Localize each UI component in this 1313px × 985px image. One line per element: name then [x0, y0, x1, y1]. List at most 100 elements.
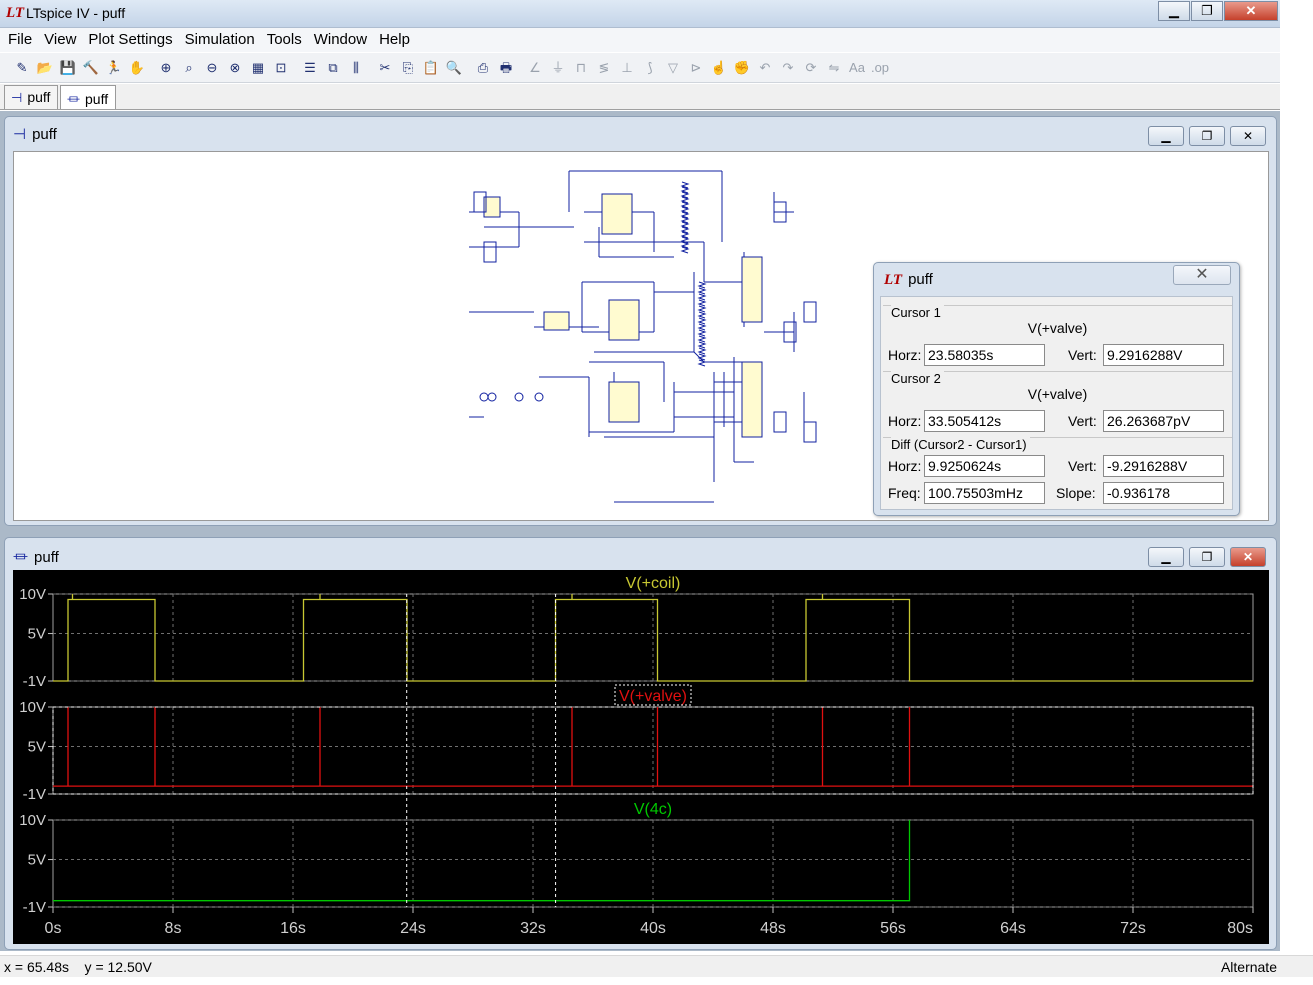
waveform-icon: ⏛ [13, 549, 29, 566]
cascade-icon[interactable]: ⧉ [323, 57, 343, 79]
print-preview-icon[interactable]: ⎙ [473, 57, 493, 79]
cursor-readout-window[interactable]: LT puff ✕ Cursor 1 V(+valve) Horz: 23.580… [873, 262, 1240, 516]
menu-help[interactable]: Help [375, 28, 414, 52]
resistor-symbol [697, 359, 707, 367]
resistor-symbol [697, 281, 707, 289]
find-icon[interactable]: 🔍 [444, 57, 464, 79]
label-icon[interactable]: ⊓ [571, 57, 591, 79]
window-title: LTspice IV - puff [26, 5, 126, 21]
autorange-icon[interactable]: ▦ [248, 57, 268, 79]
zoom-out-icon[interactable]: ⊖ [202, 57, 222, 79]
tile-horizontal-icon[interactable]: ☰ [300, 57, 320, 79]
y-tick-label: -1V [23, 673, 46, 690]
menu-simulation[interactable]: Simulation [181, 28, 259, 52]
x-tick-label: 64s [1000, 920, 1026, 937]
spice-directive-icon[interactable]: .op [870, 57, 890, 79]
diff-horz-field[interactable]: 9.9250624s [924, 455, 1045, 477]
move-icon[interactable]: ☝ [709, 57, 729, 79]
capacitor-icon[interactable]: ⊥ [617, 57, 637, 79]
resistor-icon[interactable]: ≶ [594, 57, 614, 79]
text-icon[interactable]: Aa [847, 57, 867, 79]
cursor2-horz-field[interactable]: 33.505412s [924, 410, 1045, 432]
ic-chip [741, 256, 763, 323]
menu-window[interactable]: Window [310, 28, 371, 52]
menu-file[interactable]: File [4, 28, 36, 52]
waveform-plot-area[interactable]: 10V 5V -1V V(+coil) 10V 5V -1V V(+valve) 10V 5V -1… [13, 570, 1269, 944]
run-icon[interactable]: 🏃 [104, 57, 124, 79]
resistor-symbol [697, 311, 707, 319]
x-tick-label: 0s [45, 920, 62, 937]
minimize-button[interactable]: ▁ [1158, 1, 1190, 21]
undo-icon[interactable]: ↶ [755, 57, 775, 79]
paste-icon[interactable]: 📋 [421, 57, 441, 79]
menu-plot-settings[interactable]: Plot Settings [84, 28, 176, 52]
copy-icon[interactable]: ⎘ [398, 57, 418, 79]
source-symbol [534, 392, 544, 402]
cursor2-vert-field[interactable]: 26.263687pV [1103, 410, 1224, 432]
print-icon[interactable]: 🖶 [496, 57, 516, 79]
diff-slope-field[interactable]: -0.936178 [1103, 482, 1224, 504]
component-icon[interactable]: ⊳ [686, 57, 706, 79]
tab-waveform[interactable]: ⏛ puff [60, 85, 116, 109]
tab-label: puff [27, 89, 51, 105]
waveform-window-title: ⏛ puff [13, 546, 59, 570]
halt-icon[interactable]: ✋ [127, 57, 147, 79]
ltspice-logo-icon: LT [6, 5, 25, 21]
vert-label: Vert: [1068, 413, 1097, 429]
diff-group: Diff (Cursor2 - Cursor1) Horz: 9.9250624… [883, 437, 1232, 509]
minimize-button[interactable]: ▁ [1148, 126, 1184, 146]
window-controls: ▁ ❐ ✕ [1157, 1, 1278, 21]
fit-icon[interactable]: ⊡ [271, 57, 291, 79]
cursor1-horz-field[interactable]: 23.58035s [924, 344, 1045, 366]
wire-icon[interactable]: ∠ [525, 57, 545, 79]
resistor-symbol [697, 299, 707, 307]
diff-vert-field[interactable]: -9.2916288V [1103, 455, 1224, 477]
restore-button[interactable]: ❐ [1189, 547, 1225, 567]
close-button[interactable]: ✕ [1224, 1, 1278, 21]
x-tick-label: 48s [760, 920, 786, 937]
ltspice-app: LT LTspice IV - puff ▁ ❐ ✕ File View Plot … [0, 0, 1313, 985]
cut-icon[interactable]: ✂ [375, 57, 395, 79]
mirror-icon[interactable]: ⇋ [824, 57, 844, 79]
schematic-window-title: ⊣ puff [13, 125, 57, 149]
diff-freq-field[interactable]: 100.75503mHz [924, 482, 1045, 504]
drag-icon[interactable]: ✊ [732, 57, 752, 79]
y-tick-label: 10V [19, 699, 46, 716]
zoom-in-icon[interactable]: ⊕ [156, 57, 176, 79]
rotate-icon[interactable]: ⟳ [801, 57, 821, 79]
x-tick-label: 72s [1120, 920, 1146, 937]
minimize-button[interactable]: ▁ [1148, 547, 1184, 567]
inductor-icon[interactable]: ⟆ [640, 57, 660, 79]
tile-vertical-icon[interactable]: ⫼ [346, 57, 366, 79]
zoom-box-icon[interactable]: ⌕ [179, 57, 199, 79]
ground-icon[interactable]: ⏚ [548, 57, 568, 79]
ic-chip [608, 299, 640, 341]
cursor2-label: Cursor 2 [891, 371, 944, 386]
close-button[interactable]: ✕ [1173, 265, 1231, 285]
save-icon[interactable]: 💾 [58, 57, 78, 79]
open-icon[interactable]: 📂 [35, 57, 55, 79]
y-tick-label: 5V [28, 739, 46, 756]
resistor-symbol [697, 347, 707, 355]
status-bar: x = 65.48s y = 12.50V Alternate [0, 955, 1313, 977]
restore-button[interactable]: ❐ [1191, 1, 1223, 21]
menu-tools[interactable]: Tools [263, 28, 306, 52]
schematic-window-controls: ▁ ❐ ✕ [1143, 126, 1266, 146]
menu-view[interactable]: View [40, 28, 80, 52]
restore-button[interactable]: ❐ [1189, 126, 1225, 146]
close-button[interactable]: ✕ [1230, 126, 1266, 146]
cursor2-expression: V(+valve) [1027, 386, 1088, 402]
cursor1-vert-field[interactable]: 9.2916288V [1103, 344, 1224, 366]
y-tick-label: 5V [28, 626, 46, 643]
close-button[interactable]: ✕ [1230, 547, 1266, 567]
new-schematic-icon[interactable]: ✎ [12, 57, 32, 79]
cursor1-label: Cursor 1 [891, 305, 944, 320]
redo-icon[interactable]: ↷ [778, 57, 798, 79]
control-panel-icon[interactable]: 🔨 [81, 57, 101, 79]
diode-icon[interactable]: ▽ [663, 57, 683, 79]
ic-chip [741, 361, 763, 438]
zoom-cancel-icon[interactable]: ⊗ [225, 57, 245, 79]
toolbar: ✎ 📂 💾 🔨 🏃 ✋ ⊕ ⌕ ⊖ ⊗ ▦ ⊡ ☰ ⧉ ⫼ ✂ ⎘ 📋 🔍 ⎙ 🖶 ∠ ⏚ ⊓ ≶ ⊥ ⟆ ▽ ⊳ ☝ ✊ ↶ ↷ ⟳ ⇋ Aa .op [0, 53, 1280, 83]
tab-schematic[interactable]: ⊣ puff [4, 85, 58, 109]
status-mode: Alternate [1220, 959, 1277, 975]
